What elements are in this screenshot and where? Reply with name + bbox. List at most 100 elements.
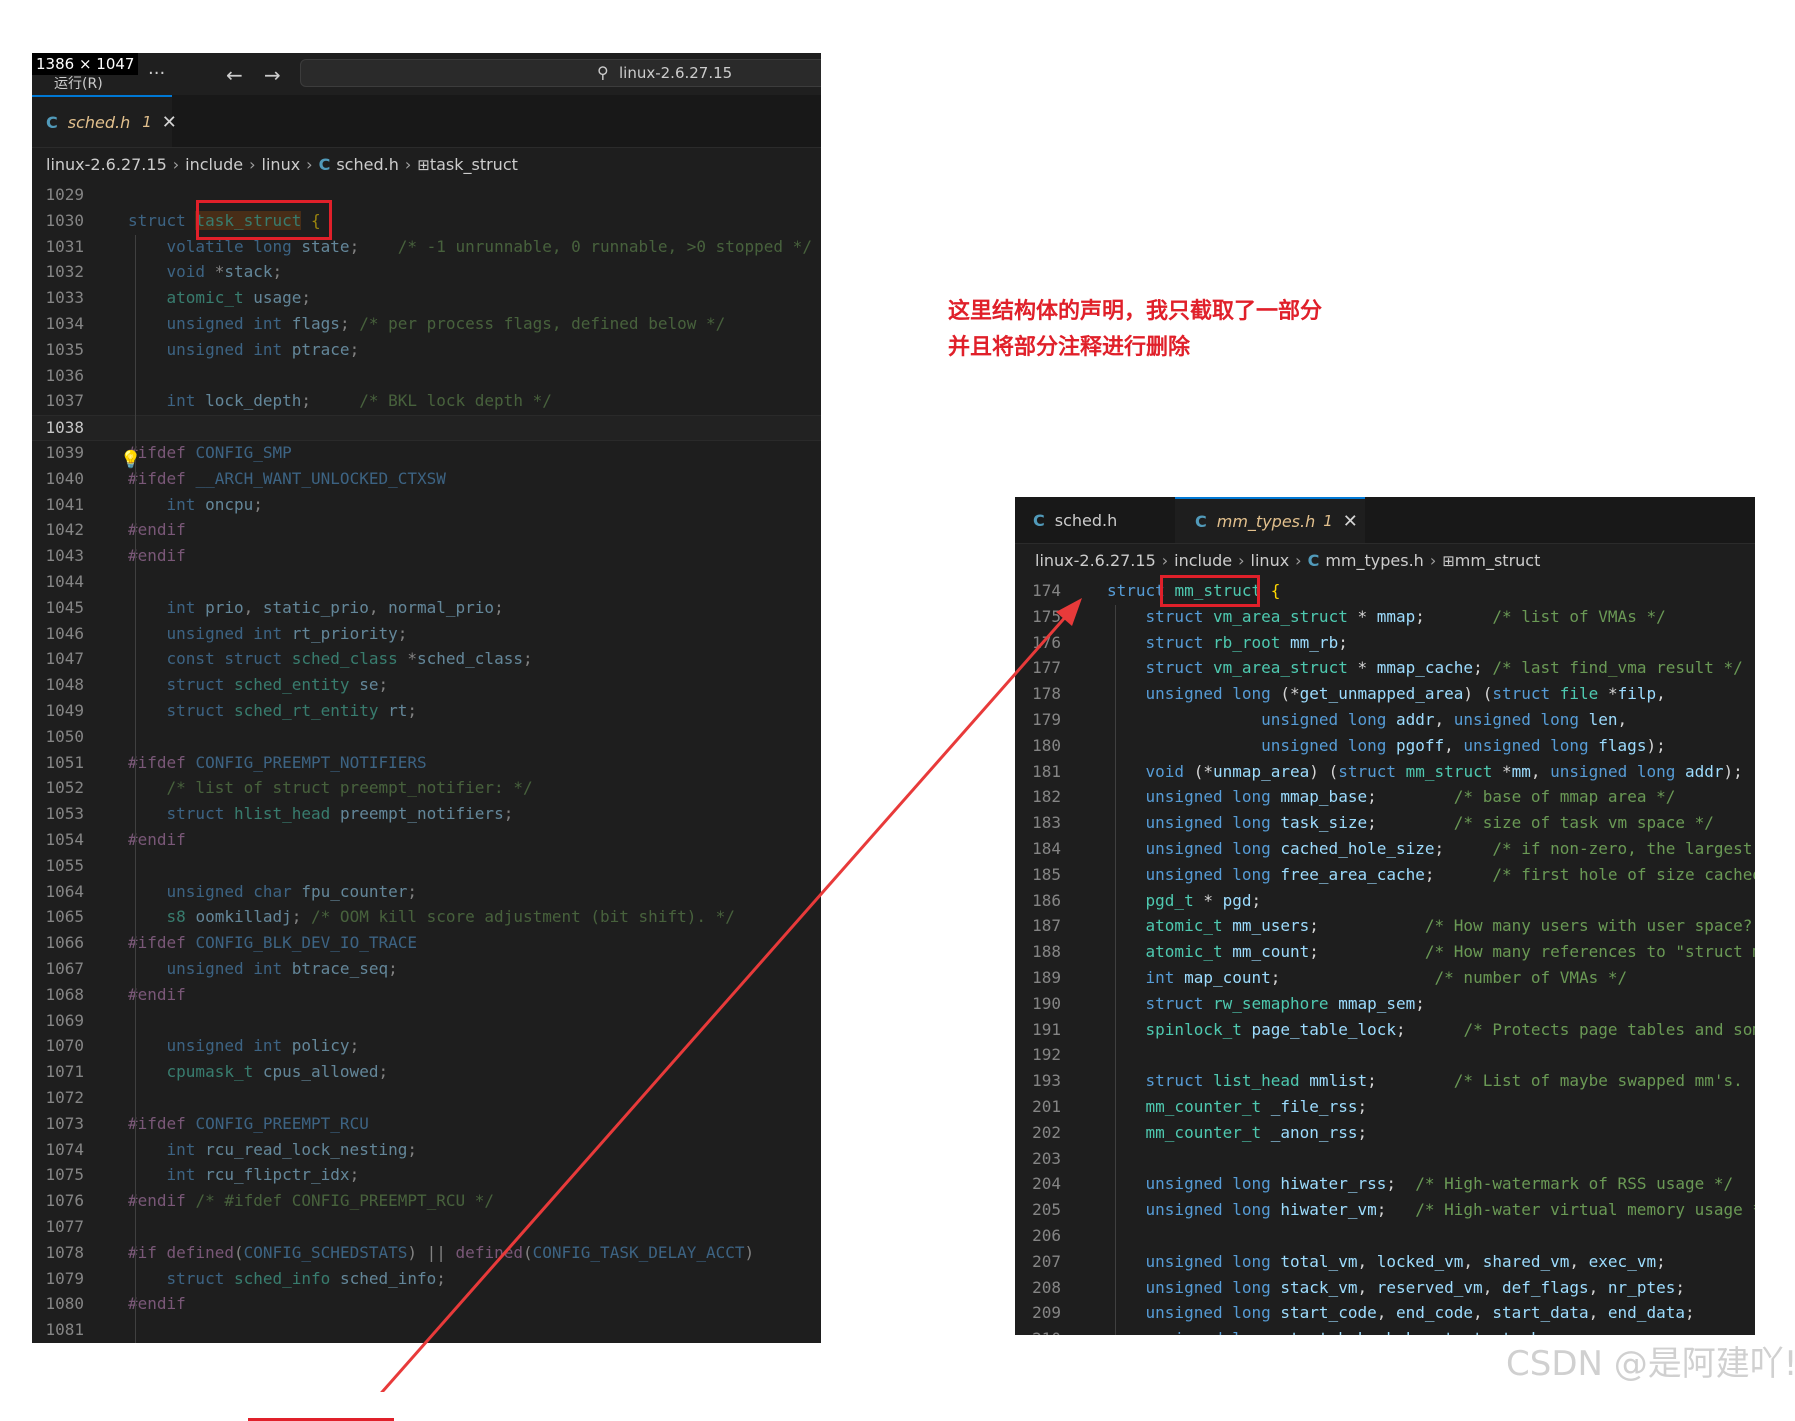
code-line[interactable]: 1068 #endif: [32, 983, 821, 1007]
code-line[interactable]: 1066 #ifdef CONFIG_BLK_DEV_IO_TRACE: [32, 931, 821, 955]
code-line[interactable]: 1046 unsigned int rt_priority;: [32, 622, 821, 646]
code-line[interactable]: 192: [1015, 1043, 1755, 1067]
code-line[interactable]: 175 struct vm_area_struct * mmap; /* lis…: [1015, 605, 1755, 629]
code-line[interactable]: 207 unsigned long total_vm, locked_vm, s…: [1015, 1250, 1755, 1274]
lightbulb-icon[interactable]: 💡: [120, 450, 141, 470]
code-area[interactable]: 174 struct mm_struct {175 struct vm_area_…: [1015, 579, 1755, 1335]
code-line[interactable]: 1074 int rcu_read_lock_nesting;: [32, 1138, 821, 1162]
close-icon[interactable]: ✕: [1343, 511, 1358, 532]
code-line[interactable]: 1078 #if defined(CONFIG_SCHEDSTATS) || de…: [32, 1241, 821, 1265]
code-line[interactable]: 184 unsigned long cached_hole_size; /* i…: [1015, 837, 1755, 861]
code-line[interactable]: 1035 unsigned int ptrace;: [32, 338, 821, 362]
code-line[interactable]: 1033 atomic_t usage;: [32, 286, 821, 310]
command-center-search[interactable]: ⚲ linux-2.6.27.15: [300, 59, 821, 87]
code-line[interactable]: 1050: [32, 725, 821, 749]
code-line[interactable]: 176 struct rb_root mm_rb;: [1015, 631, 1755, 655]
code-line[interactable]: 1081: [32, 1318, 821, 1342]
breadcrumb-item[interactable]: linux-2.6.27.15: [46, 155, 167, 174]
code-line[interactable]: 1064 unsigned char fpu_counter;: [32, 880, 821, 904]
code-line[interactable]: 1065 s8 oomkilladj; /* OOM kill score ad…: [32, 905, 821, 929]
breadcrumb-item[interactable]: sched.h: [336, 155, 399, 174]
code-line[interactable]: 1038: [32, 415, 821, 442]
code-line[interactable]: 1048 struct sched_entity se;: [32, 673, 821, 697]
breadcrumb-item[interactable]: linux: [1251, 551, 1290, 570]
code-line[interactable]: 1052 /* list of struct preempt_notifier:…: [32, 776, 821, 800]
code-line[interactable]: 1030 struct task_struct {: [32, 209, 821, 233]
close-icon[interactable]: ✕: [162, 112, 177, 133]
code-line[interactable]: 1037 int lock_depth; /* BKL lock depth *…: [32, 389, 821, 413]
code-line[interactable]: 203: [1015, 1147, 1755, 1171]
code-line[interactable]: 181 void (*unmap_area) (struct mm_struct…: [1015, 760, 1755, 784]
code-token: ,: [1357, 1251, 1377, 1271]
code-line[interactable]: 1053 struct hlist_head preempt_notifiers…: [32, 802, 821, 826]
code-line[interactable]: 209 unsigned long start_code, end_code, …: [1015, 1301, 1755, 1325]
tab-sched-h[interactable]: C sched.h 1 ✕: [32, 95, 177, 147]
code-line[interactable]: 1072: [32, 1086, 821, 1110]
code-line[interactable]: 1042 #endif: [32, 518, 821, 542]
code-line[interactable]: 188 atomic_t mm_count; /* How many refer…: [1015, 940, 1755, 964]
code-line[interactable]: 206: [1015, 1224, 1755, 1248]
code-line[interactable]: 1029: [32, 183, 821, 207]
code-line[interactable]: 179 unsigned long addr, unsigned long le…: [1015, 708, 1755, 732]
code-line[interactable]: 1045 int prio, static_prio, normal_prio;: [32, 596, 821, 620]
breadcrumb-item[interactable]: linux-2.6.27.15: [1035, 551, 1156, 570]
code-line[interactable]: 1031 volatile long state; /* -1 unrunnab…: [32, 235, 821, 259]
code-line[interactable]: 178 unsigned long (*get_unmapped_area) (…: [1015, 682, 1755, 706]
code-line[interactable]: 1080 #endif: [32, 1292, 821, 1316]
code-line[interactable]: 177 struct vm_area_struct * mmap_cache; …: [1015, 656, 1755, 680]
code-line[interactable]: 1070 unsigned int policy;: [32, 1034, 821, 1058]
code-line[interactable]: 193 struct list_head mmlist; /* List of …: [1015, 1069, 1755, 1093]
menu-item-run[interactable]: 运行(R): [54, 73, 103, 93]
code-line[interactable]: 1039 #ifdef CONFIG_SMP: [32, 441, 821, 465]
code-line[interactable]: 1040 #ifdef __ARCH_WANT_UNLOCKED_CTXSW: [32, 467, 821, 491]
code-line[interactable]: 208 unsigned long stack_vm, reserved_vm,…: [1015, 1276, 1755, 1300]
code-line[interactable]: 1073 #ifdef CONFIG_PREEMPT_RCU: [32, 1112, 821, 1136]
code-line[interactable]: 185 unsigned long free_area_cache; /* fi…: [1015, 863, 1755, 887]
code-line[interactable]: 1069: [32, 1009, 821, 1033]
code-line[interactable]: 1044: [32, 570, 821, 594]
tab-sched-h[interactable]: C sched.h: [1015, 497, 1193, 543]
breadcrumb-item[interactable]: mm_struct: [1455, 551, 1541, 570]
code-line[interactable]: 210 unsigned long start_brk, brk, start_…: [1015, 1327, 1755, 1335]
code-area[interactable]: 1029 1030 struct task_struct {1031 volatil…: [32, 183, 821, 1343]
code-line[interactable]: 182 unsigned long mmap_base; /* base of …: [1015, 785, 1755, 809]
code-line[interactable]: 183 unsigned long task_size; /* size of …: [1015, 811, 1755, 835]
forward-arrow-icon[interactable]: →: [264, 63, 281, 87]
breadcrumb-item[interactable]: mm_types.h: [1325, 551, 1423, 570]
line-number: 193: [1032, 1071, 1061, 1091]
code-line[interactable]: 201 mm_counter_t _file_rss;: [1015, 1095, 1755, 1119]
code-line[interactable]: 1055: [32, 854, 821, 878]
code-line[interactable]: 1032 void *stack;: [32, 260, 821, 284]
code-line[interactable]: 1051 #ifdef CONFIG_PREEMPT_NOTIFIERS: [32, 751, 821, 775]
code-line[interactable]: 191 spinlock_t page_table_lock; /* Prote…: [1015, 1018, 1755, 1042]
code-line[interactable]: 1076 #endif /* #ifdef CONFIG_PREEMPT_RCU …: [32, 1189, 821, 1213]
code-line[interactable]: 1054 #endif: [32, 828, 821, 852]
breadcrumb-item[interactable]: task_struct: [430, 155, 518, 174]
code-line[interactable]: 1047 const struct sched_class *sched_cla…: [32, 647, 821, 671]
code-line[interactable]: 1067 unsigned int btrace_seq;: [32, 957, 821, 981]
code-line[interactable]: 186 pgd_t * pgd;: [1015, 889, 1755, 913]
code-line[interactable]: 1077: [32, 1215, 821, 1239]
code-line[interactable]: 1075 int rcu_flipctr_idx;: [32, 1163, 821, 1187]
code-line[interactable]: 1036: [32, 364, 821, 388]
code-line[interactable]: 1079 struct sched_info sched_info;: [32, 1267, 821, 1291]
tab-mm-types-h[interactable]: C mm_types.h 1 ✕: [1175, 497, 1365, 543]
code-line[interactable]: 180 unsigned long pgoff, unsigned long f…: [1015, 734, 1755, 758]
code-line[interactable]: 204 unsigned long hiwater_rss; /* High-w…: [1015, 1172, 1755, 1196]
code-line[interactable]: 1043 #endif: [32, 544, 821, 568]
code-line[interactable]: 189 int map_count; /* number of VMAs */: [1015, 966, 1755, 990]
code-line[interactable]: 1049 struct sched_rt_entity rt;: [32, 699, 821, 723]
breadcrumb-item[interactable]: include: [185, 155, 243, 174]
breadcrumb-item[interactable]: linux: [262, 155, 301, 174]
code-line[interactable]: 187 atomic_t mm_users; /* How many users…: [1015, 914, 1755, 938]
code-line[interactable]: 1071 cpumask_t cpus_allowed;: [32, 1060, 821, 1084]
back-arrow-icon[interactable]: ←: [226, 63, 243, 87]
more-menu-button[interactable]: ···: [148, 63, 165, 84]
code-line[interactable]: 202 mm_counter_t _anon_rss;: [1015, 1121, 1755, 1145]
code-line[interactable]: 1034 unsigned int flags; /* per process …: [32, 312, 821, 336]
code-line[interactable]: 1041 int oncpu;: [32, 493, 821, 517]
code-line[interactable]: 205 unsigned long hiwater_vm; /* High-wa…: [1015, 1198, 1755, 1222]
breadcrumb-item[interactable]: include: [1174, 551, 1232, 570]
code-line[interactable]: 174 struct mm_struct {: [1015, 579, 1755, 603]
code-line[interactable]: 190 struct rw_semaphore mmap_sem;: [1015, 992, 1755, 1016]
